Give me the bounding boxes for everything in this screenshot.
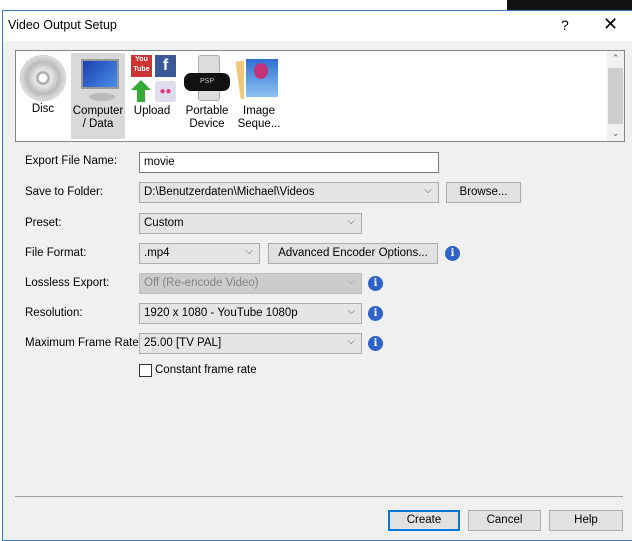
scroll-up-icon[interactable]: ⌃ <box>607 53 624 64</box>
upload-icon: You Tube f ●● <box>129 55 176 103</box>
flickr-icon: ●● <box>155 81 176 102</box>
output-type-gallery: Disc Computer / Data You Tube f ●● Uploa… <box>15 50 625 142</box>
chevron-down-icon: ⌵ <box>245 246 253 257</box>
chevron-down-icon: ⌵ <box>347 216 355 227</box>
gallery-item-disc[interactable]: Disc <box>18 53 68 139</box>
computer-icon <box>75 55 121 103</box>
gallery-label: Upload <box>133 105 171 117</box>
framerate-label: Maximum Frame Rate: <box>25 337 142 349</box>
cancel-button[interactable]: Cancel <box>468 510 541 531</box>
resolution-label: Resolution: <box>25 307 83 319</box>
format-dropdown[interactable]: .mp4 ⌵ <box>139 243 260 264</box>
framerate-dropdown[interactable]: 25.00 [TV PAL] ⌵ <box>139 333 362 354</box>
preset-label: Preset: <box>25 217 62 229</box>
gallery-label: Image Seque... <box>237 105 281 130</box>
folder-value: D:\Benutzerdaten\Michael\Videos <box>144 186 315 198</box>
gallery-label: Portable Device <box>185 105 229 130</box>
info-icon[interactable]: i <box>368 276 383 291</box>
format-label: File Format: <box>25 247 87 259</box>
disc-icon <box>20 55 66 101</box>
resolution-dropdown[interactable]: 1920 x 1080 - YouTube 1080p ⌵ <box>139 303 362 324</box>
gallery-label: Computer / Data <box>72 105 124 130</box>
framerate-value: 25.00 [TV PAL] <box>144 337 222 349</box>
gallery-item-portable[interactable]: PSP Portable Device <box>182 53 232 139</box>
info-icon[interactable]: i <box>368 336 383 351</box>
gallery-label: Disc <box>31 103 55 115</box>
chevron-down-icon: ⌵ <box>347 306 355 317</box>
help-button[interactable]: Help <box>549 510 623 531</box>
lossless-value: Off (Re-encode Video) <box>144 277 259 289</box>
export-name-input[interactable]: movie <box>139 152 439 173</box>
divider <box>15 496 623 497</box>
scroll-down-icon[interactable]: ⌄ <box>607 128 624 139</box>
info-icon[interactable]: i <box>445 246 460 261</box>
dialog-title: Video Output Setup <box>8 18 117 32</box>
advanced-encoder-button[interactable]: Advanced Encoder Options... <box>268 243 438 264</box>
portable-device-icon: PSP <box>184 55 230 103</box>
gallery-item-computer[interactable]: Computer / Data <box>71 53 125 139</box>
image-sequence-icon <box>235 55 282 103</box>
format-value: .mp4 <box>144 247 170 259</box>
info-icon[interactable]: i <box>368 306 383 321</box>
lossless-dropdown: Off (Re-encode Video) ⌵ <box>139 273 362 294</box>
preset-value: Custom <box>144 217 184 229</box>
export-name-label: Export File Name: <box>25 155 118 167</box>
gallery-item-upload[interactable]: You Tube f ●● Upload <box>126 53 178 139</box>
gallery-scrollbar[interactable]: ⌃ ⌄ <box>607 51 624 141</box>
lossless-label: Lossless Export: <box>25 277 110 289</box>
constant-frame-rate-checkbox[interactable] <box>139 364 152 377</box>
chevron-down-icon: ⌵ <box>347 276 355 287</box>
youtube-icon: You Tube <box>131 55 152 77</box>
create-button[interactable]: Create <box>388 510 460 531</box>
dialog-window: Video Output Setup ? ✕ Disc Computer / D… <box>2 10 632 541</box>
help-icon[interactable]: ? <box>561 17 569 33</box>
facebook-icon: f <box>155 55 176 77</box>
browse-button[interactable]: Browse... <box>446 182 521 203</box>
scroll-thumb[interactable] <box>608 68 623 124</box>
chevron-down-icon: ⌵ <box>424 185 432 196</box>
constant-frame-rate-label[interactable]: Constant frame rate <box>155 364 257 376</box>
gallery-item-image-sequence[interactable]: Image Seque... <box>234 53 284 139</box>
chevron-down-icon: ⌵ <box>347 336 355 347</box>
folder-label: Save to Folder: <box>25 186 103 198</box>
title-bar: Video Output Setup ? ✕ <box>3 11 632 41</box>
close-icon[interactable]: ✕ <box>603 14 618 35</box>
folder-dropdown[interactable]: D:\Benutzerdaten\Michael\Videos ⌵ <box>139 182 439 203</box>
preset-dropdown[interactable]: Custom ⌵ <box>139 213 362 234</box>
resolution-value: 1920 x 1080 - YouTube 1080p <box>144 307 298 319</box>
